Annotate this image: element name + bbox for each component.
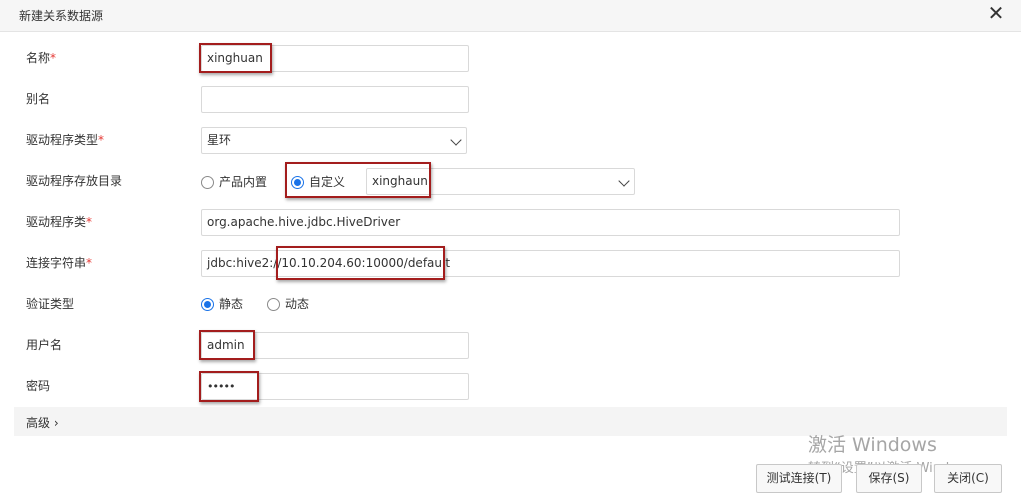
chevron-down-icon (618, 175, 630, 187)
driver-type-select[interactable]: 星环 (201, 127, 467, 154)
close-icon[interactable]: ✕ (985, 2, 1007, 24)
radio-custom-label: 自定义 (309, 175, 346, 189)
username-input[interactable]: admin (201, 332, 469, 359)
alias-input[interactable] (201, 86, 469, 113)
driver-class-input[interactable]: org.apache.hive.jdbc.HiveDriver (201, 209, 900, 236)
password-input[interactable]: ••••• (201, 373, 469, 400)
radio-dynamic[interactable] (267, 298, 280, 311)
driver-dir-select[interactable]: xinghaun (366, 168, 635, 195)
dialog-title: 新建关系数据源 (19, 9, 104, 23)
radio-dynamic-label: 动态 (285, 297, 310, 311)
save-button[interactable]: 保存(S) (856, 464, 922, 493)
close-button[interactable]: 关闭(C) (934, 464, 1002, 493)
watermark-activate-title: 激活 Windows (808, 434, 937, 456)
test-connection-button[interactable]: 测试连接(T) (756, 464, 842, 493)
name-input[interactable]: xinghuan (201, 45, 469, 72)
username-label: 用户名 (26, 338, 63, 352)
name-label: 名称* (26, 51, 57, 65)
advanced-label: 高级 › (26, 416, 59, 430)
conn-string-input[interactable]: jdbc:hive2://10.10.204.60:10000/default (201, 250, 900, 277)
alias-label: 别名 (26, 92, 51, 106)
radio-static[interactable] (201, 298, 214, 311)
radio-builtin-label: 产品内置 (219, 175, 268, 189)
password-label: 密码 (26, 379, 51, 393)
radio-static-label: 静态 (219, 297, 244, 311)
auth-type-label: 验证类型 (26, 297, 75, 311)
dialog-titlebar: 新建关系数据源 ✕ (0, 0, 1021, 32)
driver-type-label: 驱动程序类型* (26, 133, 105, 147)
conn-string-label: 连接字符串* (26, 256, 93, 270)
driver-dir-value: xinghaun (372, 174, 428, 188)
driver-class-label: 驱动程序类* (26, 215, 93, 229)
driver-type-value: 星环 (207, 133, 232, 147)
radio-builtin[interactable] (201, 176, 214, 189)
radio-custom[interactable] (291, 176, 304, 189)
driver-dir-label: 驱动程序存放目录 (26, 174, 123, 188)
chevron-down-icon (450, 134, 462, 146)
